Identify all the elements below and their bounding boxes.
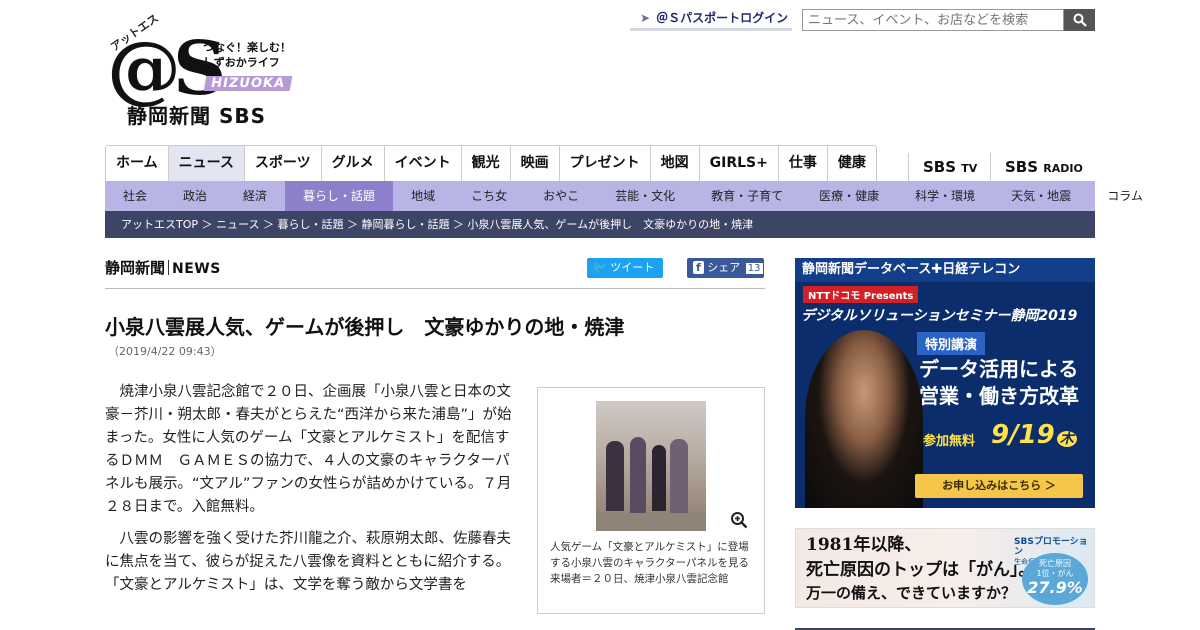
ad-weekday: 木 (1056, 431, 1077, 447)
main-nav: ホーム ニュース スポーツ グルメ イベント 観光 映画 プレゼント 地図 GIRLS+ 仕事 健康 (105, 145, 877, 181)
ad-date-value: 9/19 (991, 420, 1055, 450)
logo-mark: @S (107, 26, 226, 112)
logo-tagline-1: つなぐ！楽しむ！ (203, 41, 291, 54)
sbs-radio-suffix: RADIO (1043, 162, 1083, 175)
photo-figure (652, 445, 666, 511)
ad-database-title: 静岡新聞データベース✚日経テレコン (795, 258, 1095, 282)
share-label: シェア (707, 261, 741, 274)
logo-company: 静岡新聞 SBS (127, 104, 267, 128)
sub-nav: 社会 政治 経済 暮らし・話題 地域 こち女 おやこ 芸能・文化 教育・子育て 医療・健康 科学・環… (105, 181, 1143, 211)
share-count: 13 (745, 263, 763, 274)
photo-caption: 人気ゲーム「文豪とアルケミスト」に登場する小泉八雲のキャラクターパネルを見る来場… (550, 541, 749, 585)
search-button[interactable] (1064, 9, 1095, 31)
ad2-line-3: 万一の備え、できていますか？ (806, 584, 1017, 602)
article-figure: 人気ゲーム「文豪とアルケミスト」に登場する小泉八雲のキャラクターパネルを見る来場… (537, 387, 765, 614)
search-icon (1073, 13, 1087, 27)
main-nav-item[interactable]: 地図 (651, 146, 700, 181)
main-nav-item[interactable]: ホーム (106, 146, 169, 181)
sub-nav-item[interactable]: おやこ (525, 181, 597, 211)
article-paragraph: 焼津小泉八雲記念館で２０日、企画展「小泉八雲と日本の文豪－芥川・朔太郎・春夫がと… (105, 384, 512, 515)
ad-seminar-title: デジタルソリューションセミナー静岡2019 (801, 308, 1078, 324)
ad-apply-button[interactable]: お申し込みはこちら ＞ (915, 474, 1083, 498)
main-nav-item[interactable]: スポーツ (245, 146, 322, 181)
logo-tagline-2: しずおかライフ (203, 56, 280, 69)
sub-nav-item[interactable]: 教育・子育て (693, 181, 801, 211)
sbs-tv-suffix: TV (961, 162, 978, 175)
facebook-icon: f (693, 261, 704, 274)
divider (168, 260, 170, 275)
article-photo[interactable] (596, 401, 706, 531)
sub-nav-item[interactable]: 地域 (393, 181, 453, 211)
main-nav-item[interactable]: イベント (385, 146, 462, 181)
tweet-label: ツイート (610, 261, 655, 274)
sbs-radio-label: SBS (1005, 158, 1039, 176)
news-source-en: NEWS (172, 261, 221, 277)
ad2-line-1: 1981年以降、 (806, 535, 922, 555)
insurance-banner-ad[interactable]: 1981年以降、 死亡原因のトップは「がん」。 万一の備え、できていますか？ S… (795, 528, 1095, 608)
zoom-in-icon[interactable] (730, 511, 748, 529)
article-paragraph: 八雲の影響を強く受けた芥川龍之介、萩原朔太郎、佐藤春夫に焦点を当て、彼らが捉えた… (105, 531, 511, 593)
main-nav-item[interactable]: 仕事 (779, 146, 828, 181)
news-source-ja: 静岡新聞 (105, 259, 166, 277)
article-body: 焼津小泉八雲記念館で２０日、企画展「小泉八雲と日本の文豪－芥川・朔太郎・春夫がと… (105, 381, 515, 606)
breadcrumb[interactable]: アットエスTOP ＞ ニュース ＞ 暮らし・話題 ＞ 静岡暮らし・話題 ＞ 小泉… (105, 211, 1095, 238)
ad-special-lecture: 特別講演 (917, 332, 986, 355)
divider (105, 288, 765, 289)
logo-shizuoka: HIZUOKA (203, 76, 293, 91)
ad-headline-1: データ活用による (919, 357, 1079, 381)
ad2-stat-badge: 死亡原因 1位・がん 27.9% (1022, 553, 1088, 605)
passport-login-link[interactable]: ➤ ＠Ｓパスポートログイン (630, 9, 792, 31)
ad2-line-2: 死亡原因のトップは「がん」。 (806, 560, 1036, 580)
main-nav-item[interactable]: GIRLS+ (700, 146, 779, 181)
sub-nav-item[interactable]: 政治 (165, 181, 225, 211)
tweet-button[interactable]: 🐦 ツイート (587, 258, 663, 278)
ad-free-label: 参加無料 (923, 434, 976, 449)
sub-nav-item[interactable]: 暮らし・話題 (285, 181, 394, 211)
sbs-tv-label: SBS (923, 158, 957, 176)
login-label: ＠Ｓパスポートログイン (656, 11, 789, 25)
news-source: 静岡新聞 NEWS (105, 257, 221, 278)
sub-nav-item[interactable]: 芸能・文化 (597, 181, 693, 211)
photo-figure (630, 437, 646, 515)
sub-nav-item[interactable]: 天気・地震 (993, 181, 1089, 211)
main-nav-item[interactable]: 映画 (511, 146, 560, 181)
photo-figure (606, 441, 624, 511)
sub-nav-item[interactable]: 社会 (105, 181, 165, 211)
ad-headline-2: 営業・働き方改革 (919, 384, 1079, 408)
ad-headline: データ活用による 営業・働き方改革 (919, 356, 1079, 410)
site-logo[interactable]: アットエス @S つなぐ！楽しむ！ しずおかライフ HIZUOKA 静岡新聞 S… (105, 12, 295, 128)
logo-tagline: つなぐ！楽しむ！ しずおかライフ (203, 40, 291, 70)
ad2-stat-value: 27.9% (1027, 578, 1083, 597)
sbs-radio-link[interactable]: SBS RADIO (990, 153, 1095, 181)
sub-nav-item[interactable]: こち女 (453, 181, 525, 211)
article-title: 小泉八雲展人気、ゲームが後押し 文豪ゆかりの地・焼津 (105, 315, 625, 339)
ad-date: 9/19 木 (991, 420, 1077, 450)
ad2-stat-label: 死亡原因 (1039, 559, 1071, 568)
sub-nav-item[interactable]: 経済 (225, 181, 285, 211)
main-nav-item[interactable]: ニュース (168, 146, 245, 181)
sub-nav-item[interactable]: 医療・健康 (801, 181, 897, 211)
chevron-right-icon: ➤ (640, 11, 651, 25)
ad2-stat-rank: 1位・がん (1036, 569, 1074, 578)
photo-floor (596, 513, 706, 531)
search-input[interactable] (802, 9, 1064, 31)
article-date: （2019/4/22 09:43） (108, 345, 222, 358)
sub-nav-item[interactable]: 科学・環境 (897, 181, 993, 211)
ad-sponsor: NTTドコモ Presents (803, 286, 919, 303)
seminar-banner-ad[interactable]: 静岡新聞データベース✚日経テレコン NTTドコモ Presents デジタルソリ… (795, 258, 1095, 508)
sbs-tv-link[interactable]: SBS TV (908, 153, 977, 181)
main-nav-item[interactable]: グルメ (322, 146, 385, 181)
twitter-icon: 🐦 (593, 261, 607, 274)
main-nav-item[interactable]: 観光 (462, 146, 511, 181)
photo-figure (670, 439, 688, 513)
facebook-share-button[interactable]: f シェア 13 (687, 258, 764, 278)
ad-speaker-photo (805, 330, 923, 508)
sub-nav-item[interactable]: コラム (1089, 181, 1161, 211)
main-nav-item[interactable]: 健康 (828, 146, 876, 181)
main-nav-item[interactable]: プレゼント (560, 146, 651, 181)
